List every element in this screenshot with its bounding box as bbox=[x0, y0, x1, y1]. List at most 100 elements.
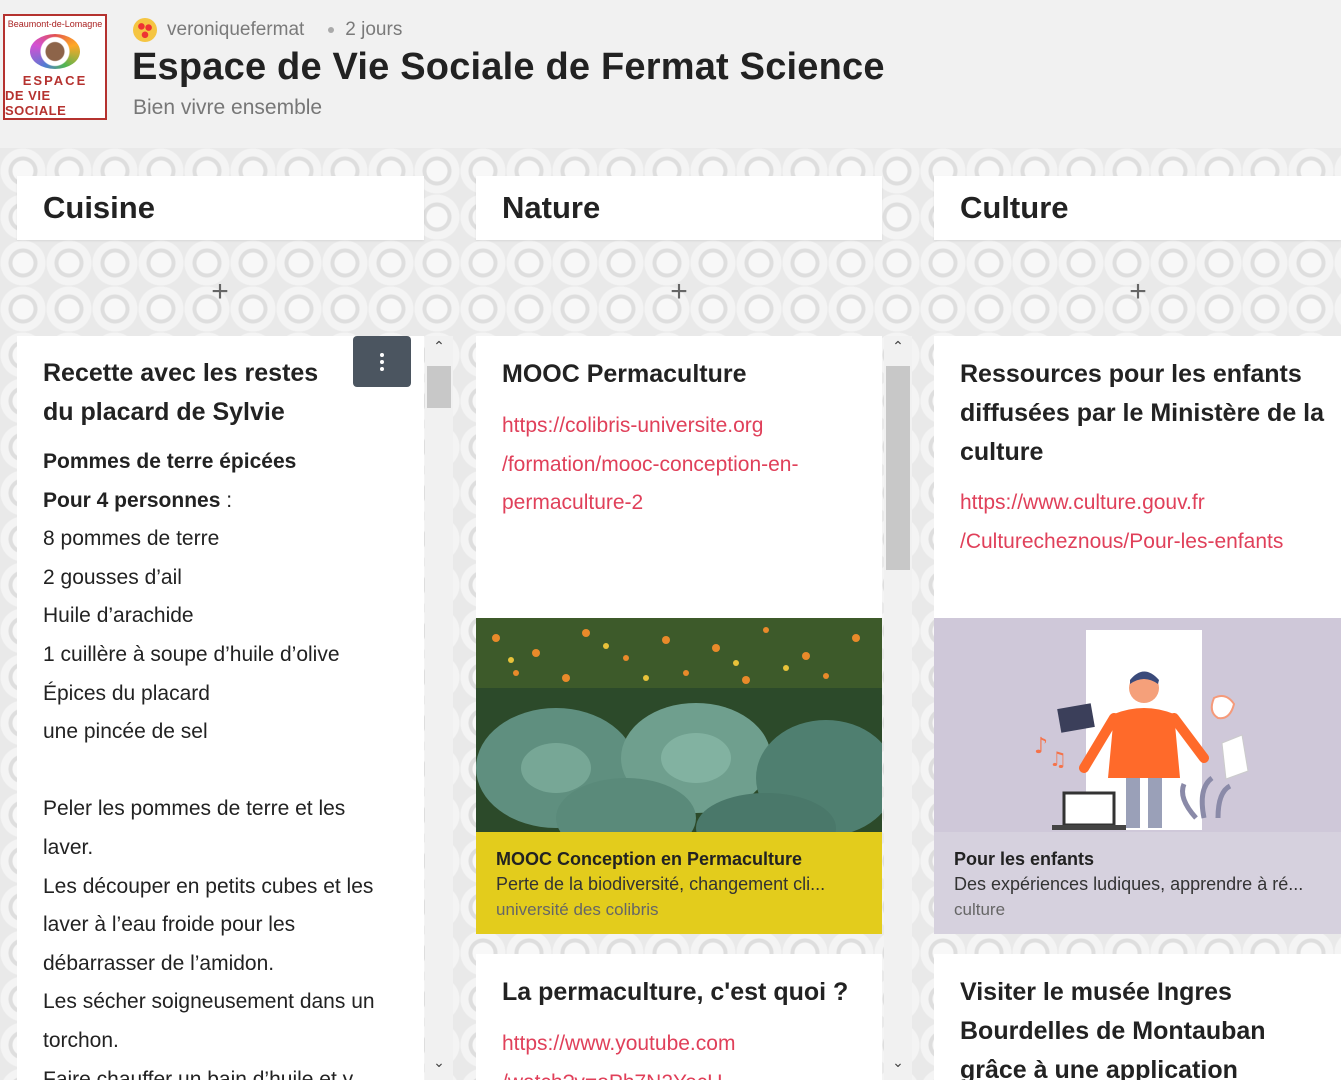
post-card-permaculture-video[interactable]: La permaculture, c'est quoi ? https://ww… bbox=[476, 954, 882, 1080]
link-preview-caption[interactable]: MOOC Conception en Permaculture Perte de… bbox=[476, 832, 882, 934]
logo-top-text: Beaumont-de-Lomagne bbox=[7, 19, 103, 29]
post-card-ressources-enfants[interactable]: Ressources pour les enfants diffusées pa… bbox=[934, 336, 1341, 934]
column-header-nature: Nature bbox=[476, 176, 882, 240]
recipe-line-text: 8 pommes de terre bbox=[43, 527, 220, 551]
link-line[interactable]: https://colibris-universite.org bbox=[502, 407, 862, 446]
post-link[interactable]: https://www.youtube.com /watch?v=oPh7N2Y… bbox=[502, 1025, 862, 1080]
post-card-mooc-permaculture[interactable]: MOOC Permaculture https://colibris-unive… bbox=[476, 336, 882, 934]
post-title: Recette avec les restes du placard de Sy… bbox=[43, 359, 319, 426]
recipe-line-text: torchon. bbox=[43, 1028, 119, 1052]
recipe-line: Épices du placard bbox=[43, 675, 400, 714]
preview-source: culture bbox=[954, 900, 1006, 919]
recipe-line-text: une pincée de sel bbox=[43, 720, 208, 744]
recipe-line: torchon. bbox=[43, 1022, 400, 1061]
scroll-up-arrow-icon[interactable]: ⌃ bbox=[884, 338, 912, 355]
recipe-line: Pommes de terre épicées bbox=[43, 443, 400, 482]
post-title: Ressources pour les enfants diffusées pa… bbox=[960, 355, 1335, 472]
column-scrollbar-cuisine[interactable]: ⌃ ⌄ bbox=[425, 336, 453, 1080]
svg-text:♫: ♫ bbox=[1049, 747, 1067, 771]
recipe-line: Huile d’arachide bbox=[43, 597, 400, 636]
post-title: Visiter le musée Ingres Bourdelles de Mo… bbox=[960, 973, 1335, 1080]
link-preview-image[interactable]: ♪ ♫ bbox=[934, 618, 1341, 832]
add-post-button-nature[interactable]: + bbox=[659, 276, 699, 308]
board-header: Beaumont-de-Lomagne ESPACE DE VIE SOCIAL… bbox=[0, 0, 1341, 148]
recipe-line: débarrasser de l’amidon. bbox=[43, 945, 400, 984]
scrollbar-thumb[interactable] bbox=[886, 366, 910, 570]
link-line[interactable]: /watch?v=oPh7N2YecU bbox=[502, 1064, 862, 1080]
recipe-line: Pour 4 personnes : bbox=[43, 482, 400, 521]
recipe-line: Faire chauffer un bain d’huile et y bbox=[43, 1061, 400, 1080]
add-post-button-culture[interactable]: + bbox=[1118, 276, 1158, 308]
preview-description: Des expériences ludiques, apprendre à ré… bbox=[954, 874, 1304, 894]
post-title: La permaculture, c'est quoi ? bbox=[502, 978, 849, 1006]
link-line[interactable]: permaculture-2 bbox=[502, 484, 862, 523]
author-name[interactable]: veroniquefermat bbox=[167, 19, 304, 41]
recipe-line: 2 gousses d’ail bbox=[43, 559, 400, 598]
recipe-line: 1 cuillère à soupe d’huile d’olive bbox=[43, 636, 400, 675]
recipe-line-text: : bbox=[220, 488, 233, 512]
post-title-line: Bourdelles de Montauban bbox=[960, 1017, 1266, 1045]
column-scrollbar-nature[interactable]: ⌃ ⌄ bbox=[884, 336, 912, 1080]
post-body: Pommes de terre épicées Pour 4 personnes … bbox=[43, 443, 400, 1080]
logo-line1: ESPACE bbox=[22, 73, 88, 88]
add-post-button-cuisine[interactable]: + bbox=[200, 276, 240, 308]
page-title: Espace de Vie Sociale de Fermat Science bbox=[132, 46, 885, 88]
kebab-dot-icon bbox=[380, 352, 384, 357]
recipe-line-text: laver à l’eau froide pour les bbox=[43, 913, 296, 937]
scrollbar-thumb[interactable] bbox=[427, 366, 451, 408]
separator-dot-icon bbox=[328, 27, 335, 33]
preview-source: université des colibris bbox=[496, 900, 659, 919]
post-title-line: diffusées par le Ministère de la bbox=[960, 399, 1325, 427]
author-avatar[interactable] bbox=[133, 18, 157, 42]
column-header-cuisine: Cuisine bbox=[17, 176, 424, 240]
children-culture-illustration: ♪ ♫ bbox=[934, 618, 1341, 832]
link-line[interactable]: /formation/mooc-conception-en- bbox=[502, 446, 862, 485]
recipe-line-text: 1 cuillère à soupe d’huile d’olive bbox=[43, 642, 340, 666]
link-line[interactable]: /Culturecheznous/Pour-les-enfants bbox=[960, 523, 1335, 562]
post-title-line: Ressources pour les enfants bbox=[960, 360, 1302, 388]
organization-logo[interactable]: Beaumont-de-Lomagne ESPACE DE VIE SOCIAL… bbox=[3, 14, 107, 120]
recipe-line-text: Épices du placard bbox=[43, 681, 210, 705]
recipe-line: Les découper en petits cubes et les bbox=[43, 868, 400, 907]
recipe-line-text: 2 gousses d’ail bbox=[43, 565, 182, 589]
post-title-line: culture bbox=[960, 438, 1044, 466]
recipe-line-text: Faire chauffer un bain d’huile et y bbox=[43, 1067, 354, 1080]
author-meta: veroniquefermat 2 jours bbox=[133, 18, 402, 42]
page-subtitle: Bien vivre ensemble bbox=[133, 96, 323, 119]
recipe-line-text: Huile d’arachide bbox=[43, 604, 194, 628]
post-title-line: Visiter le musée Ingres bbox=[960, 978, 1232, 1006]
recipe-line-text: laver. bbox=[43, 835, 94, 859]
scroll-up-arrow-icon[interactable]: ⌃ bbox=[425, 338, 453, 355]
recipe-line: 8 pommes de terre bbox=[43, 520, 400, 559]
recipe-line-text: débarrasser de l’amidon. bbox=[43, 951, 275, 975]
recipe-line-bold: Pour 4 personnes bbox=[43, 488, 221, 512]
logo-emblem-icon bbox=[30, 34, 80, 69]
scroll-down-arrow-icon[interactable]: ⌄ bbox=[884, 1054, 912, 1071]
link-preview-image[interactable] bbox=[476, 618, 882, 863]
preview-description: Perte de la biodiversité, changement cli… bbox=[496, 874, 826, 894]
recipe-line-bold: Pommes de terre épicées bbox=[43, 450, 297, 473]
recipe-line: Peler les pommes de terre et les bbox=[43, 790, 400, 829]
recipe-line: laver. bbox=[43, 829, 400, 868]
post-menu-button[interactable] bbox=[353, 336, 411, 387]
link-line[interactable]: https://www.culture.gouv.fr bbox=[960, 484, 1335, 523]
post-card-musee-ingres[interactable]: Visiter le musée Ingres Bourdelles de Mo… bbox=[934, 954, 1341, 1080]
recipe-line-text: Peler les pommes de terre et les bbox=[43, 797, 346, 821]
post-title-line: grâce à une application bbox=[960, 1056, 1238, 1080]
scroll-down-arrow-icon[interactable]: ⌄ bbox=[425, 1054, 453, 1071]
kebab-dot-icon bbox=[380, 366, 384, 371]
post-time: 2 jours bbox=[345, 19, 403, 40]
cabbage-garden-image bbox=[476, 618, 882, 863]
recipe-line-text: Les sécher soigneusement dans un bbox=[43, 990, 375, 1014]
kebab-dot-icon bbox=[380, 359, 384, 364]
column-header-culture: Culture bbox=[934, 176, 1341, 240]
recipe-line bbox=[43, 752, 400, 791]
link-line[interactable]: https://www.youtube.com bbox=[502, 1025, 862, 1064]
preview-title: Pour les enfants bbox=[954, 849, 1095, 869]
recipe-line: Les sécher soigneusement dans un bbox=[43, 983, 400, 1022]
preview-title: MOOC Conception en Permaculture bbox=[496, 849, 803, 869]
post-card-recette[interactable]: Recette avec les restes du placard de Sy… bbox=[17, 336, 424, 1080]
link-preview-caption[interactable]: Pour les enfants Des expériences ludique… bbox=[934, 832, 1341, 934]
post-link[interactable]: https://www.culture.gouv.fr /Culturechez… bbox=[960, 484, 1335, 561]
post-link[interactable]: https://colibris-universite.org /formati… bbox=[502, 407, 862, 523]
